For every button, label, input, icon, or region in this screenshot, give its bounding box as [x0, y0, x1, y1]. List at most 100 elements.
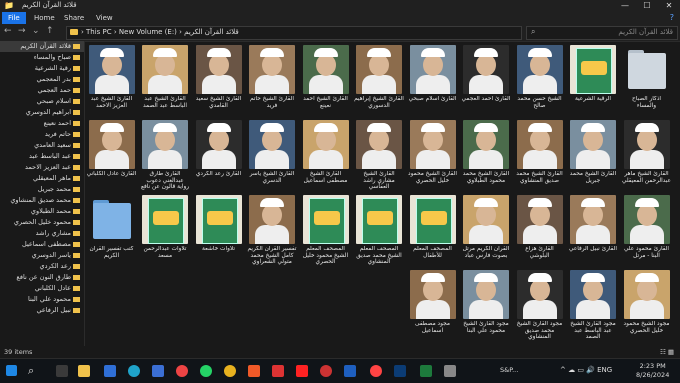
stock-widget[interactable]: S&P... [500, 366, 518, 374]
file-tile[interactable]: القارئ محمود علي البنا - مرتل [622, 195, 672, 267]
file-tile[interactable]: القارئ الشيخ محمد محمود الطبلاوي [461, 120, 511, 192]
sidebar-item[interactable]: نبيل الرفاعي [0, 305, 84, 316]
file-tile[interactable]: مجود مصطفى اسماعيل [408, 270, 458, 342]
task-view-icon[interactable] [56, 365, 68, 377]
sidebar-item[interactable]: محمود علي البنا [0, 294, 84, 305]
system-tray[interactable]: ^ ☁ ▭ 🔊 ENG [560, 366, 612, 374]
file-tile[interactable]: القارئ اسلام صبحي [408, 45, 458, 117]
file-tile[interactable]: القارئ الشيخ عبد العزيز الاحمد [87, 45, 137, 117]
store-icon[interactable] [104, 365, 116, 377]
chrome-icon[interactable] [224, 365, 236, 377]
sidebar-item[interactable]: عادل الكلباني [0, 283, 84, 294]
file-tile[interactable]: تفسير القرآن الكريم كامل الشيخ محمد متول… [247, 195, 297, 267]
record-icon[interactable] [370, 365, 382, 377]
word-icon[interactable] [344, 365, 356, 377]
file-tile[interactable]: القارئ هزاع البلوشي [515, 195, 565, 267]
file-tile[interactable]: الشيخ حسن محمد صالح [515, 45, 565, 117]
sidebar-item[interactable]: عبد الباسط عبد [0, 151, 84, 162]
sidebar-item[interactable]: رقية الشرعية [0, 63, 84, 74]
tab-share[interactable]: Share [58, 12, 90, 24]
media-icon[interactable] [272, 365, 284, 377]
sidebar-item[interactable]: ياسر الدوسري [0, 250, 84, 261]
search-input[interactable]: ⌕ قلائد القرآن الكريم [526, 26, 678, 40]
file-tile[interactable]: القارئ الشيخ أحمد نعينع [301, 45, 351, 117]
file-tile[interactable]: القارئ الشيخ ياسر الدسري [247, 120, 297, 192]
sidebar-item[interactable]: بدر المعجمي [0, 74, 84, 85]
app-icon[interactable] [152, 365, 164, 377]
anydesk-icon[interactable] [296, 365, 308, 377]
sidebar-item[interactable]: مشاري راشد [0, 228, 84, 239]
sidebar-item[interactable]: رعد الكردي [0, 261, 84, 272]
file-tile[interactable]: المصحف المعلم للأطفال [408, 195, 458, 267]
file-tile[interactable]: القارئ الشيخ ماهر عبدالرحمن المعيقلي [622, 120, 672, 192]
file-tile[interactable]: المصحف المعلم الشيخ محمود خليل الحصري [301, 195, 351, 267]
chevron-down-icon[interactable]: ⌄ [32, 26, 40, 36]
taskbar-search-icon[interactable]: ⌕ [28, 364, 34, 378]
path-box[interactable]: › This PC › New Volume (E:) › قلائد القر… [66, 26, 522, 40]
sidebar-item[interactable]: ابراهيم الدوسري [0, 107, 84, 118]
view-toggle[interactable]: ☷ ▦ [660, 348, 674, 356]
maximize-button[interactable]: ☐ [636, 0, 658, 12]
file-tile[interactable]: مجود الشيخ محمود خليل الحصري [622, 270, 672, 342]
sidebar-item-root[interactable]: قلائد القرآن الكريم [0, 41, 84, 52]
back-icon[interactable]: ← [4, 26, 12, 36]
sidebar-item[interactable]: صباح والمساء [0, 52, 84, 63]
file-tile[interactable]: القارئ الشيخ محمود خليل الحصري [408, 120, 458, 192]
forward-icon[interactable]: → [18, 26, 26, 36]
file-tile[interactable]: القارئ الشيخ إبراهيم الدسوري [354, 45, 404, 117]
file-tile[interactable]: القرآن الكريم مرتل بصوت فارس عباد [461, 195, 511, 267]
file-tile[interactable]: الرقية الشرعية [568, 45, 618, 117]
sidebar-item[interactable]: طارق النون عن نافع [0, 272, 84, 283]
sidebar-item[interactable]: حاتم فريد [0, 129, 84, 140]
file-tile[interactable]: القارئ الشيخ محمد صديق المنشاوي [515, 120, 565, 192]
file-tile[interactable]: المصحف المعلم الشيخ محمد صديق المنشاوي [354, 195, 404, 267]
close-button[interactable]: ✕ [658, 0, 680, 12]
sidebar-item[interactable]: مصطفى اسماعيل [0, 239, 84, 250]
file-tile[interactable]: القارئ أحمد العجمي [461, 45, 511, 117]
sidebar-item[interactable]: اسلام صبحي [0, 96, 84, 107]
file-tile[interactable]: القارئ الشيخ حاتم فريد [247, 45, 297, 117]
opera-icon[interactable] [176, 365, 188, 377]
file-tile[interactable]: القارئ رعد الكردي [194, 120, 244, 192]
file-tile[interactable]: كتب تفسير القرآن الكريم [87, 195, 137, 267]
up-icon[interactable]: ↑ [46, 26, 54, 36]
file-tile[interactable]: تلاوات عبدالرحمن مسعد [140, 195, 190, 267]
breadcrumb[interactable]: › This PC › New Volume (E:) › قلائد القر… [81, 28, 239, 36]
minimize-button[interactable]: — [614, 0, 636, 12]
file-tile[interactable]: القارئ طارق عبدالغني دعوب رواية قالون عن… [140, 120, 190, 192]
file-tile[interactable]: القارئ الشيخ مشاري راشد العفاسي [354, 120, 404, 192]
sidebar-item[interactable]: احمد نعينع [0, 118, 84, 129]
tab-file[interactable]: File [2, 12, 26, 24]
file-tile[interactable]: القارئ نبيل الرفاعي [568, 195, 618, 267]
file-tile[interactable]: مجود القارئ الشيخ محمود علي البنا [461, 270, 511, 342]
file-tile[interactable]: القارئ الشيخ محمد جبريل [568, 120, 618, 192]
sidebar-item[interactable]: حمد العجمي [0, 85, 84, 96]
clock[interactable]: 2:23 PM 8/26/2024 [636, 362, 669, 380]
sidebar-item[interactable]: سعيد العامدي [0, 140, 84, 151]
file-tile[interactable]: تلاوات خاشعة [194, 195, 244, 267]
tab-home[interactable]: Home [28, 12, 61, 24]
photoshop-icon[interactable] [394, 365, 406, 377]
file-tile[interactable]: القارئ الشيخ سعيد القامدي [194, 45, 244, 117]
edge-icon[interactable] [128, 365, 140, 377]
file-tile[interactable]: مجود القارئ الشيخ عبد الباسط عبد الصمد [568, 270, 618, 342]
sidebar-item[interactable]: عبد العزيز الاحمد [0, 162, 84, 173]
browser-icon[interactable] [320, 365, 332, 377]
help-icon[interactable]: ? [670, 12, 674, 24]
file-tile[interactable]: اذكار الصباح والمساء [622, 45, 672, 117]
sidebar-item[interactable]: محمد صديق المنشاوي [0, 195, 84, 206]
app-icon-2[interactable] [444, 365, 456, 377]
tab-view[interactable]: View [90, 12, 119, 24]
file-tile[interactable]: القارئ عادل الكلباني [87, 120, 137, 192]
sidebar-item[interactable]: ماهر المعيقلي [0, 173, 84, 184]
file-tile[interactable]: القارئ الشيخ مصطفى اسماعيل [301, 120, 351, 192]
sidebar-item[interactable]: محمد الطبلاوي [0, 206, 84, 217]
excel-icon[interactable] [420, 365, 432, 377]
file-tile[interactable]: مجود القارئ الشيخ محمد صديق المنشاوي [515, 270, 565, 342]
brave-icon[interactable] [248, 365, 260, 377]
whatsapp-icon[interactable] [200, 365, 212, 377]
start-icon[interactable] [6, 365, 17, 376]
file-tile[interactable]: القارئ الشيخ عبد الباسط عبد الصمد [140, 45, 190, 117]
sidebar-item[interactable]: محمود خليل الحصري [0, 217, 84, 228]
sidebar-item[interactable]: محمد جبريل [0, 184, 84, 195]
